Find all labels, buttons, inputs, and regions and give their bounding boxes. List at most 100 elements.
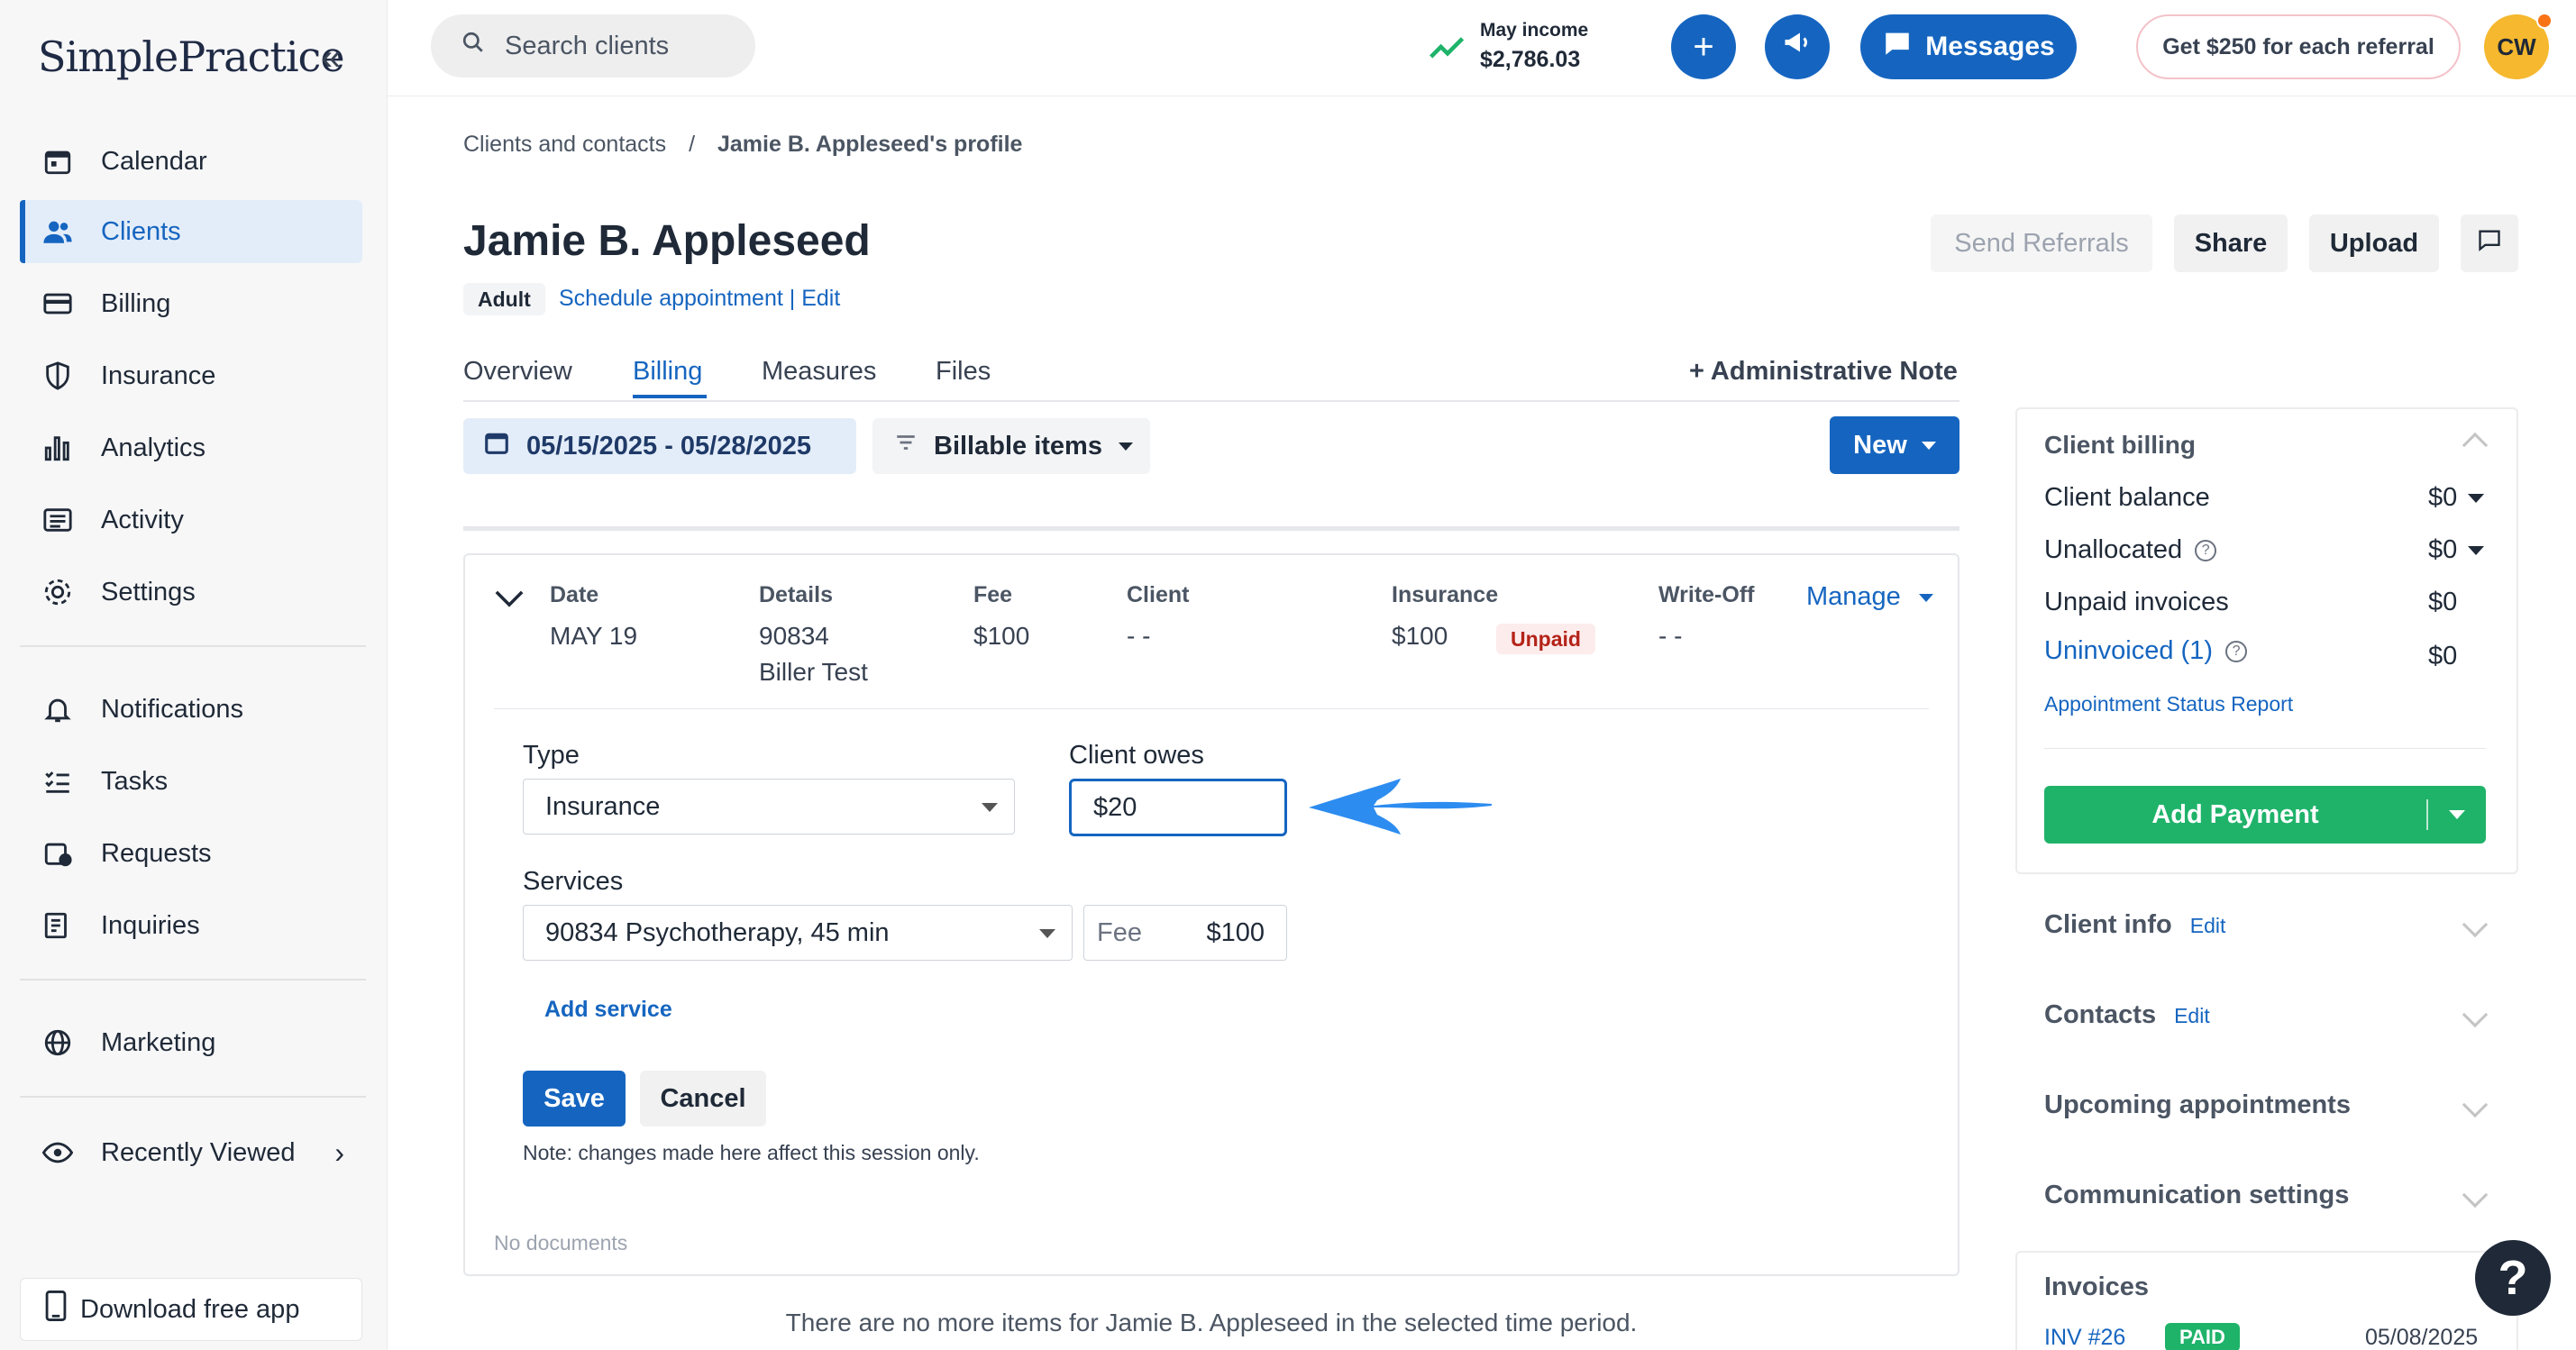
upload-button[interactable]: Upload: [2309, 214, 2439, 272]
tabs-divider: [463, 400, 1959, 402]
sidebar-item-activity[interactable]: Activity: [20, 488, 362, 552]
invoice-link[interactable]: INV #26: [2044, 1325, 2125, 1350]
schedule-appointment-link[interactable]: Schedule appointment: [559, 286, 783, 311]
item-code: 90834: [759, 622, 829, 650]
new-button-label: New: [1853, 430, 1907, 460]
help-circle-icon[interactable]: ?: [2225, 641, 2248, 663]
type-select[interactable]: Insurance: [523, 779, 1015, 835]
add-service-link[interactable]: Add service: [544, 997, 672, 1023]
calendar-icon: [41, 145, 74, 178]
announcements-button[interactable]: [1765, 14, 1830, 79]
add-button[interactable]: +: [1671, 14, 1736, 79]
no-documents-text: No documents: [494, 1231, 628, 1254]
client-owes-input[interactable]: $20: [1069, 779, 1287, 836]
sidebar-item-tasks[interactable]: Tasks: [20, 750, 362, 813]
referral-button[interactable]: Get $250 for each referral: [2136, 14, 2461, 79]
sidebar-item-calendar[interactable]: Calendar: [20, 130, 362, 193]
uninvoiced-link[interactable]: Uninvoiced (1): [2044, 636, 2213, 665]
manage-dropdown[interactable]: Manage: [1806, 582, 1933, 612]
sidebar-divider: [20, 645, 366, 647]
invoices-title: Invoices: [2044, 1272, 2150, 1301]
app-logo[interactable]: SimplePractice: [38, 32, 345, 81]
sidebar-item-inquiries[interactable]: Inquiries: [20, 894, 362, 957]
cancel-button[interactable]: Cancel: [640, 1071, 766, 1127]
section-label: Contacts: [2044, 1000, 2157, 1029]
list-icon: [41, 504, 74, 536]
client-billing-title: Client billing: [2044, 431, 2196, 459]
sidebar-item-analytics[interactable]: Analytics: [20, 416, 362, 479]
section-contacts[interactable]: Contacts Edit: [2044, 1000, 2210, 1030]
date-range-value: 05/15/2025 - 05/28/2025: [526, 431, 812, 461]
tab-measures[interactable]: Measures: [762, 357, 876, 387]
breadcrumb-current: Jamie B. Appleseed's profile: [717, 132, 1023, 157]
card-divider: [2044, 748, 2486, 749]
service-select[interactable]: 90834 Psychotherapy, 45 min: [523, 905, 1073, 961]
chevron-down-icon[interactable]: [2462, 1091, 2489, 1118]
item-biller: Biller Test: [759, 658, 868, 686]
chevron-down-icon[interactable]: [2462, 911, 2489, 938]
edit-contacts-link[interactable]: Edit: [2174, 1004, 2210, 1027]
tab-overview[interactable]: Overview: [463, 357, 572, 387]
phone-icon: [44, 1291, 68, 1328]
add-payment-button[interactable]: Add Payment: [2044, 786, 2486, 844]
card-divider: [494, 708, 1929, 709]
sidebar-divider: [20, 979, 366, 981]
header-date: Date: [550, 582, 599, 607]
comment-button[interactable]: [2461, 214, 2518, 272]
appointment-status-report-link[interactable]: Appointment Status Report: [2044, 692, 2293, 716]
breadcrumb-parent[interactable]: Clients and contacts: [463, 132, 666, 157]
add-payment-label: Add Payment: [2151, 799, 2319, 829]
new-button[interactable]: New: [1830, 416, 1959, 474]
section-communication-settings[interactable]: Communication settings: [2044, 1181, 2349, 1210]
caret-down-icon[interactable]: [2468, 546, 2484, 555]
save-button[interactable]: Save: [523, 1071, 626, 1127]
inquiry-icon: [41, 909, 74, 942]
billable-items-filter[interactable]: Billable items: [872, 418, 1150, 474]
sidebar-item-recently-viewed[interactable]: Recently Viewed ›: [20, 1121, 362, 1184]
section-upcoming-appointments[interactable]: Upcoming appointments: [2044, 1090, 2351, 1120]
chevron-down-icon[interactable]: [2462, 1181, 2489, 1209]
type-value: Insurance: [545, 791, 661, 821]
edit-client-info-link[interactable]: Edit: [2190, 914, 2226, 937]
caret-down-icon[interactable]: [2468, 494, 2484, 503]
administrative-note-button[interactable]: + Administrative Note: [1689, 357, 1958, 387]
header-writeoff: Write-Off: [1658, 582, 1755, 607]
tab-billing[interactable]: Billing: [633, 357, 702, 387]
sidebar-item-marketing[interactable]: Marketing: [20, 1011, 362, 1074]
billable-items-label: Billable items: [934, 431, 1102, 461]
sidebar-item-billing[interactable]: Billing: [20, 272, 362, 335]
manage-label: Manage: [1806, 582, 1901, 611]
sidebar-item-requests[interactable]: Requests: [20, 822, 362, 885]
chat-icon: [1882, 28, 1913, 66]
edit-client-link[interactable]: Edit: [801, 286, 840, 311]
unallocated-row: Unallocated ?: [2044, 535, 2217, 565]
send-referrals-button[interactable]: Send Referrals: [1931, 214, 2152, 272]
header-details: Details: [759, 582, 833, 607]
add-payment-dropdown[interactable]: [2428, 810, 2486, 819]
client-links: Schedule appointment | Edit: [559, 286, 840, 312]
sidebar-item-settings[interactable]: Settings: [20, 561, 362, 624]
messages-button[interactable]: Messages: [1860, 14, 2077, 79]
search-input[interactable]: Search clients: [431, 14, 755, 78]
section-client-info[interactable]: Client info Edit: [2044, 910, 2225, 940]
sidebar-item-label: Insurance: [101, 360, 216, 390]
help-circle-icon[interactable]: ?: [2195, 540, 2217, 562]
chevron-right-icon: ›: [334, 1136, 344, 1169]
chevron-down-icon[interactable]: [2462, 1001, 2489, 1028]
item-insurance: $100: [1392, 622, 1448, 650]
client-balance-value: $0: [2428, 483, 2458, 512]
sidebar-item-insurance[interactable]: Insurance: [20, 344, 362, 407]
calendar-icon: [483, 429, 510, 463]
service-fee-input[interactable]: Fee $100: [1083, 905, 1287, 961]
sidebar-item-label: Clients: [101, 216, 181, 246]
unallocated-label: Unallocated: [2044, 535, 2183, 564]
sidebar-item-notifications[interactable]: Notifications: [20, 678, 362, 741]
date-range-picker[interactable]: 05/15/2025 - 05/28/2025: [463, 418, 856, 474]
collapse-sidebar-icon[interactable]: «: [321, 38, 341, 78]
sidebar-item-clients[interactable]: Clients: [20, 200, 362, 263]
share-button[interactable]: Share: [2174, 214, 2288, 272]
tab-files[interactable]: Files: [936, 357, 991, 387]
help-button[interactable]: ?: [2475, 1240, 2551, 1316]
download-app-button[interactable]: Download free app: [20, 1278, 362, 1341]
chevron-down-icon[interactable]: [494, 588, 525, 614]
